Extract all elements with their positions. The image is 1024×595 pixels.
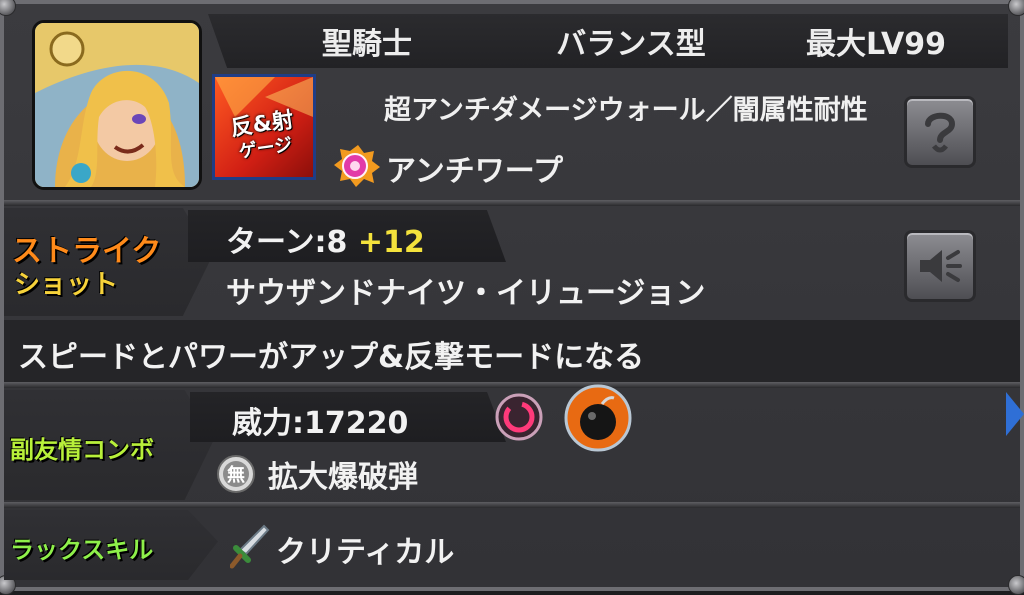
sword-icon: [230, 524, 270, 569]
level-label: 最大LV99: [806, 27, 946, 62]
type-label: バランス型: [556, 27, 706, 62]
turn-bonus: +12: [357, 225, 425, 260]
tab-class: 聖騎士: [208, 14, 526, 68]
turn-count: ターン:8 +12: [226, 217, 425, 261]
corner-bolt: [1008, 575, 1024, 595]
nullify-badge-text: 無: [227, 464, 245, 486]
friendship-power: 威力:17220: [232, 406, 409, 441]
sub-friendship-label: 副友情コンボ: [10, 436, 154, 464]
strike-shot-name: サウザンドナイツ・イリュージョン: [226, 276, 706, 311]
reflect-gauge-icon: 反&射 ゲージ: [212, 74, 316, 180]
nullify-badge-icon: 無: [217, 455, 255, 493]
friendship-swirl-icon: [495, 393, 543, 441]
luck-skill-label: ラックスキル: [10, 536, 154, 564]
bomb-icon: [564, 384, 632, 452]
tab-type: バランス型: [500, 14, 762, 68]
character-portrait-art: [35, 23, 199, 187]
next-arrow-icon[interactable]: [1006, 392, 1024, 436]
sound-button[interactable]: [904, 230, 976, 302]
anti-warp-icon: [334, 145, 380, 187]
help-button[interactable]: [904, 96, 976, 168]
speaker-icon: [920, 250, 962, 282]
strike-shot-label-line2: ショット: [14, 270, 119, 300]
strike-shot-description: スピードとパワーがアップ&反撃モードになる: [18, 340, 645, 375]
question-icon: [925, 112, 956, 153]
sub-ability: アンチワープ: [386, 154, 563, 189]
class-label: 聖騎士: [322, 27, 412, 62]
section-divider: [4, 502, 1020, 508]
main-ability: 超アンチダメージウォール／闇属性耐性: [384, 95, 868, 126]
turn-label: ターン:8: [226, 225, 348, 260]
section-divider: [4, 382, 1020, 388]
section-divider: [4, 200, 1020, 206]
character-portrait: [32, 20, 202, 190]
luck-skill-name: クリティカル: [276, 535, 455, 570]
friendship-name: 拡大爆破弾: [268, 460, 418, 495]
tab-level: 最大LV99: [744, 14, 1008, 68]
